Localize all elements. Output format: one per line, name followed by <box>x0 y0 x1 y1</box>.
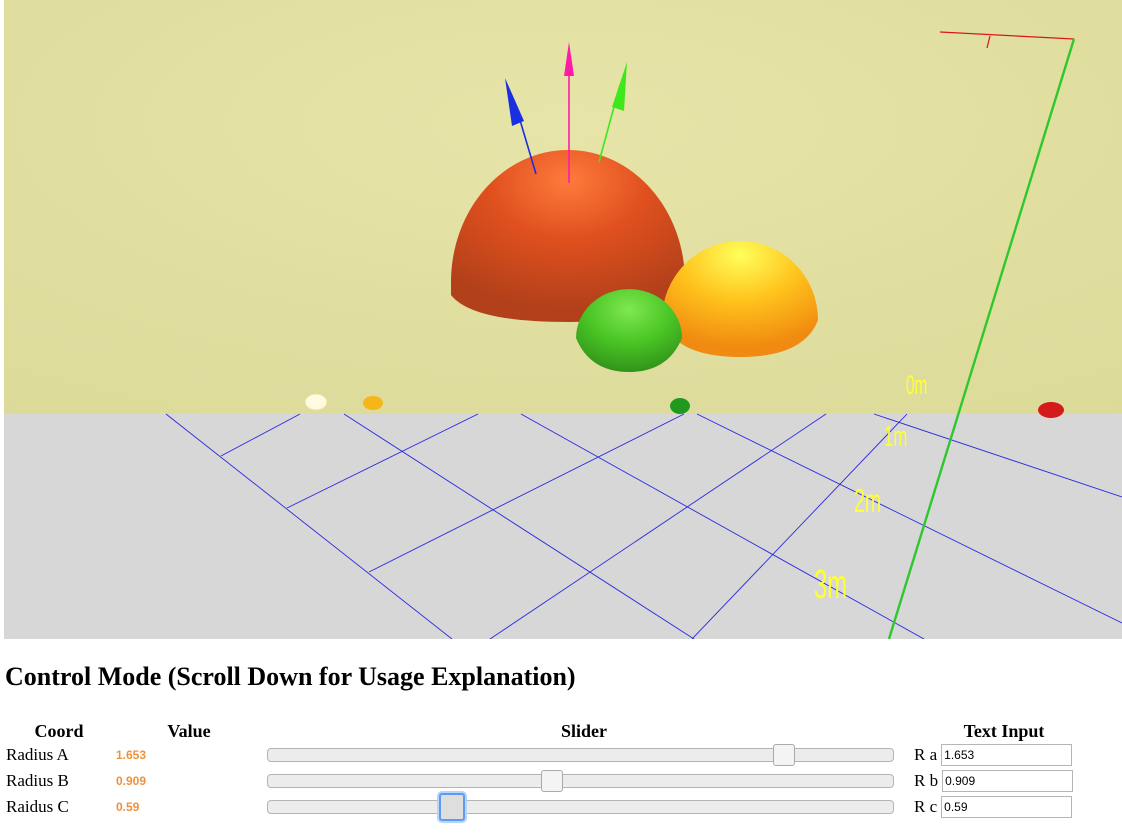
control-row-radius-c: Raidus C 0.59 R c <box>4 793 1104 821</box>
slider-thumb-radius-c[interactable] <box>439 793 466 821</box>
value-readout: 0.59 <box>116 800 140 814</box>
distance-label-3m: 3m <box>814 563 847 608</box>
distance-label-2m: 2m <box>854 481 881 519</box>
distance-label-1m: 1m <box>884 420 907 452</box>
header-coord: Coord <box>34 720 84 741</box>
header-text-input: Text Input <box>963 720 1045 741</box>
radius-a-input[interactable] <box>941 744 1073 766</box>
control-row-radius-b: Radius B 0.909 R b <box>4 768 1104 794</box>
radius-c-input[interactable] <box>941 796 1073 818</box>
marker-ball-red <box>1038 402 1064 418</box>
slider-track-radius-a[interactable] <box>267 744 894 766</box>
input-label: R b <box>914 771 939 790</box>
radius-b-input[interactable] <box>942 770 1074 792</box>
controls-table: Coord Value Slider Text Input Radius A 1… <box>4 720 1104 821</box>
distance-label-0m: 0m <box>906 370 927 401</box>
input-label: R a <box>914 745 938 764</box>
shadow-ball-green <box>670 398 690 414</box>
slider-track-radius-c[interactable] <box>267 793 894 821</box>
control-row-radius-a: Radius A 1.653 R a <box>4 742 1104 768</box>
slider-track-radius-b[interactable] <box>267 770 894 792</box>
shadow-ball-orange <box>363 396 383 410</box>
coord-label: Radius B <box>6 771 69 790</box>
value-readout: 1.653 <box>116 748 147 762</box>
floor-plane <box>4 414 1122 639</box>
slider-thumb-radius-a[interactable] <box>773 744 796 766</box>
controls-header-row: Coord Value Slider Text Input <box>4 720 1104 742</box>
coord-label: Raidus C <box>6 797 69 816</box>
input-label: R c <box>914 797 938 816</box>
slider-thumb-radius-b[interactable] <box>540 770 563 792</box>
shadow-ball-white <box>304 393 328 411</box>
3d-scene-canvas[interactable]: 0m 1m 2m 3m <box>4 0 1122 639</box>
page-heading: Control Mode (Scroll Down for Usage Expl… <box>5 662 576 691</box>
value-readout: 0.909 <box>116 774 147 788</box>
header-value: Value <box>167 720 211 741</box>
header-slider: Slider <box>560 720 607 741</box>
coord-label: Radius A <box>6 745 69 764</box>
